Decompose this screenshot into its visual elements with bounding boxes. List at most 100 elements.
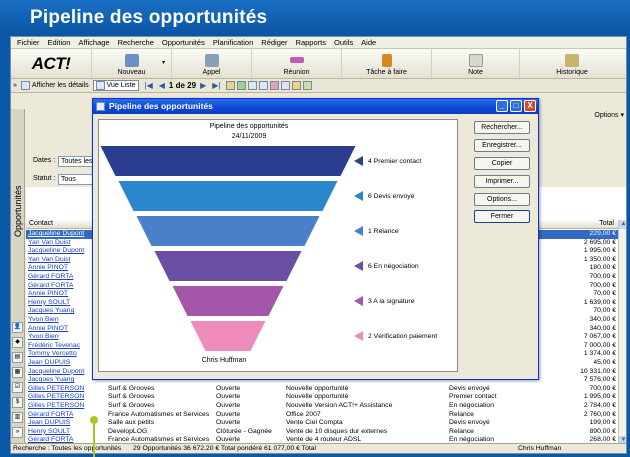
search-icon[interactable] — [281, 81, 291, 90]
row-contact-link[interactable]: Jacques Yuang — [28, 376, 93, 385]
meeting-button[interactable]: Réunion — [251, 49, 341, 78]
row-contact-link[interactable]: Jacqueline Dupont — [28, 368, 93, 377]
row-contact-link[interactable]: Annie PINOT — [28, 325, 93, 334]
opportunities-icon[interactable]: $ — [12, 397, 23, 408]
next-record-icon[interactable]: ▶ — [200, 81, 206, 90]
scroll-up-icon[interactable]: ▲ — [619, 220, 626, 229]
opportunities-side-tab[interactable]: Opportunités 👤 ◆ ▤ ▦ ☑ $ ▥ » — [11, 109, 25, 453]
lookup-icon[interactable] — [226, 81, 236, 90]
previous-record-icon[interactable]: ◀ — [159, 81, 165, 90]
legend-label: 1 Relance — [368, 227, 399, 235]
chart-date: 24/11/2009 — [231, 133, 267, 140]
options-button[interactable]: Options... — [474, 193, 530, 206]
export-icon[interactable] — [292, 81, 302, 90]
row-contact-link[interactable]: Gilles PETERSON — [28, 385, 93, 394]
list-view-button[interactable]: Vue Liste — [92, 80, 139, 91]
row-contact-link[interactable]: Gérard FORTA — [28, 411, 93, 420]
pipeline-icon[interactable] — [270, 81, 280, 90]
filter-icon[interactable] — [303, 81, 313, 90]
groups-icon[interactable]: ◆ — [12, 337, 23, 348]
table-cell: 180,00 € — [589, 264, 616, 272]
history-icon — [565, 54, 579, 67]
maximize-button[interactable]: □ — [510, 100, 522, 112]
legend-item: 6 En négociation — [354, 261, 419, 271]
companies-icon[interactable]: ▤ — [12, 352, 23, 363]
contacts-icon[interactable]: 👤 — [12, 322, 23, 333]
copy-button[interactable]: Copier — [474, 157, 530, 170]
close-button[interactable]: X — [524, 100, 536, 112]
row-contact-link[interactable]: Gilles PETERSON — [28, 402, 93, 411]
table-row[interactable]: Gilles PETERSON Surf & Grooves Ouverte Nouv… — [26, 393, 618, 402]
table-row[interactable]: Gilles PETERSON Surf & Grooves Ouverte Nouv… — [26, 385, 618, 394]
menu-fichier[interactable]: Fichier — [13, 38, 44, 47]
row-contact-link[interactable]: Gilles PETERSON — [28, 393, 93, 402]
menu-opportunites[interactable]: Opportunités — [158, 38, 209, 47]
table-row[interactable]: Jean DUPUIS Salle aux petits Ouverte Vente … — [26, 419, 618, 428]
menu-affichage[interactable]: Affichage — [74, 38, 113, 47]
table-cell: 1 350,00 € — [583, 255, 616, 263]
menu-rapports[interactable]: Rapports — [292, 38, 330, 47]
row-contact-link[interactable]: Yvon Bien — [28, 333, 93, 342]
show-details-button[interactable]: Afficher les détails — [20, 81, 89, 90]
grid-scrollbar[interactable]: ▲ ▼ — [618, 220, 626, 445]
row-contact-link[interactable]: Henry SOULT — [28, 299, 93, 308]
table-cell: 199,00 € — [589, 419, 616, 427]
task-list-icon[interactable]: ☑ — [12, 382, 23, 393]
menu-rediger[interactable]: Rédiger — [257, 38, 291, 47]
call-button[interactable]: Appel — [171, 49, 251, 78]
menu-planification[interactable]: Planification — [209, 38, 257, 47]
search-button[interactable]: Rechercher... — [474, 121, 530, 134]
menu-recherche[interactable]: Recherche — [114, 38, 158, 47]
dialog-title-bar[interactable]: Pipeline des opportunités _ □ X — [93, 99, 538, 114]
group-icon[interactable] — [237, 81, 247, 90]
row-contact-link[interactable]: Yvon Bien — [28, 316, 93, 325]
row-contact-link[interactable]: Frédéric Tevenac — [28, 342, 93, 351]
table-cell: Salle aux petits — [108, 419, 155, 427]
menu-edition[interactable]: Edition — [44, 38, 75, 47]
row-contact-link[interactable]: Gérard FORTA — [28, 273, 93, 282]
table-cell: 70,00 € — [593, 290, 616, 298]
new-button[interactable]: Nouveau ▾ — [91, 49, 171, 78]
menu-aide[interactable]: Aide — [357, 38, 380, 47]
column-total[interactable]: Total — [599, 220, 614, 227]
row-contact-link[interactable]: Jean DUPUIS — [28, 359, 93, 368]
table-row[interactable]: Gilles PETERSON Surf & Grooves Ouverte Nouv… — [26, 402, 618, 411]
task-button[interactable]: Tâche à faire — [341, 49, 431, 78]
row-contact-link[interactable]: Henry SOULT — [28, 428, 93, 437]
row-contact-link[interactable]: Jacqueline Dupont — [28, 247, 93, 256]
table-row[interactable]: Gérard FORTA France Automatismes et Servi… — [26, 411, 618, 420]
minimize-button[interactable]: _ — [496, 100, 508, 112]
history-button[interactable]: Historique — [519, 49, 624, 78]
last-record-icon[interactable]: ▶| — [212, 81, 220, 90]
expand-panel-icon[interactable]: » — [13, 82, 17, 89]
calendar-icon[interactable]: ▦ — [12, 367, 23, 378]
options-menu[interactable]: Options ▾ — [594, 111, 624, 119]
row-contact-link[interactable]: Tommy Vercetto — [28, 350, 93, 359]
row-contact-link[interactable]: Jacqueline Dupont — [28, 230, 93, 239]
chart-icon[interactable] — [259, 81, 269, 90]
table-cell: Ouverte — [216, 402, 241, 409]
table-cell: 700,00 € — [589, 384, 616, 392]
reports-icon[interactable]: ▥ — [12, 412, 23, 423]
menu-outils[interactable]: Outils — [330, 38, 357, 47]
dropdown-arrow-icon[interactable]: ▾ — [162, 59, 165, 66]
print-button[interactable]: Imprimer... — [474, 175, 530, 188]
table-cell: Premier contact — [449, 393, 497, 401]
funnel-chart-area: Pipeline des opportunités 24/11/2009 4 P… — [98, 119, 458, 372]
close-dialog-button[interactable]: Fermer — [474, 210, 530, 223]
meeting-icon — [289, 57, 304, 63]
column-contact[interactable]: Contact — [29, 220, 53, 227]
first-record-icon[interactable]: |◀ — [145, 81, 153, 90]
row-contact-link[interactable]: Annie PINOT — [28, 264, 93, 273]
more-icon[interactable]: » — [12, 427, 23, 438]
row-contact-link[interactable]: Jean DUPUIS — [28, 419, 93, 428]
row-contact-link[interactable]: Gérard FORTA — [28, 282, 93, 291]
report-icon[interactable] — [248, 81, 258, 90]
note-button[interactable]: Note — [431, 49, 519, 78]
row-contact-link[interactable]: Yan Van Duist — [28, 256, 93, 265]
row-contact-link[interactable]: Annie PINOT — [28, 290, 93, 299]
save-button[interactable]: Enregistrer... — [474, 139, 530, 152]
row-contact-link[interactable]: Yan Van Duist — [28, 239, 93, 248]
row-contact-link[interactable]: Jacques Yuang — [28, 307, 93, 316]
table-row[interactable]: Henry SOULT DevelopLOG Clôturée - Gagnée Ve… — [26, 428, 618, 437]
